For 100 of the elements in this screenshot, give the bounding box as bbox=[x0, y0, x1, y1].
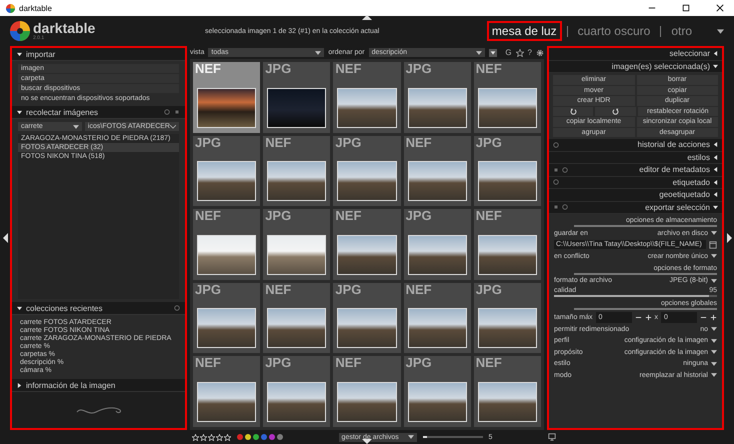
file-type-label: NEF bbox=[335, 62, 362, 75]
caret-icon[interactable] bbox=[711, 350, 717, 354]
star-icon[interactable] bbox=[516, 48, 524, 56]
arrow-up-icon[interactable] bbox=[362, 15, 372, 20]
file-type-label: JPG bbox=[335, 136, 362, 149]
thumbnail[interactable]: JPG bbox=[333, 136, 401, 206]
module-header[interactable]: recolectar imágenes bbox=[12, 106, 185, 119]
help-button[interactable]: ? bbox=[528, 48, 532, 57]
thumbnail[interactable]: NEF bbox=[263, 282, 330, 354]
file-type-label: NEF bbox=[406, 282, 432, 296]
file-type-label: NEF bbox=[265, 282, 292, 296]
module-header[interactable]: etiquetado bbox=[549, 176, 722, 189]
view-tab[interactable]: cuarto oscuro bbox=[572, 21, 656, 41]
caret-icon bbox=[315, 50, 322, 54]
monitor-icon[interactable] bbox=[548, 433, 556, 441]
plus-icon[interactable] bbox=[710, 314, 717, 320]
settings-icon[interactable] bbox=[536, 48, 544, 56]
file-type-label: JPG bbox=[476, 282, 502, 296]
thumbnail[interactable]: JPG bbox=[333, 282, 401, 354]
color-label-dot[interactable] bbox=[261, 434, 267, 440]
presets-icon[interactable] bbox=[174, 109, 180, 115]
caret-icon[interactable] bbox=[711, 254, 717, 258]
file-type-label: NEF bbox=[476, 209, 502, 222]
thumbnail[interactable]: NEF bbox=[474, 209, 541, 280]
file-type-label: NEF bbox=[476, 356, 502, 370]
module-header[interactable]: seleccionar bbox=[549, 48, 722, 60]
color-label-dot[interactable] bbox=[237, 434, 243, 440]
arrow-left-icon[interactable] bbox=[2, 233, 8, 243]
rotate-left-button[interactable] bbox=[553, 106, 594, 116]
photo-placeholder bbox=[478, 382, 537, 422]
color-label-dot[interactable] bbox=[245, 434, 251, 440]
module-header[interactable]: geoetiquetado bbox=[549, 189, 722, 202]
sort-order-icon[interactable] bbox=[488, 48, 497, 56]
color-label-dot[interactable] bbox=[277, 434, 283, 440]
module-header[interactable]: información de la imagen bbox=[12, 379, 185, 392]
file-type-label: JPG bbox=[335, 282, 362, 296]
photo-placeholder bbox=[197, 88, 256, 128]
photo-placeholder bbox=[267, 88, 326, 128]
thumbnail[interactable]: JPG bbox=[474, 282, 541, 354]
thumbnail[interactable]: JPG bbox=[404, 356, 471, 427]
thumbnail[interactable]: JPG bbox=[193, 282, 260, 354]
module-header[interactable]: exportar selección bbox=[549, 202, 722, 214]
thumbnail[interactable]: JPG bbox=[404, 62, 471, 133]
module-header[interactable]: editor de metadatos bbox=[549, 164, 722, 176]
module-header[interactable]: historial de acciones bbox=[549, 139, 722, 152]
color-label-dot[interactable] bbox=[253, 434, 259, 440]
caret-icon[interactable] bbox=[711, 327, 717, 332]
thumbnail[interactable]: NEF bbox=[474, 356, 541, 427]
color-label-dot[interactable] bbox=[269, 434, 275, 440]
thumbnail[interactable]: JPG bbox=[474, 136, 541, 206]
thumbnail[interactable]: JPG bbox=[193, 136, 260, 206]
thumbnail[interactable]: JPG bbox=[263, 356, 330, 427]
reset-icon[interactable] bbox=[553, 142, 559, 148]
photo-placeholder bbox=[408, 161, 467, 202]
arrow-right-icon[interactable] bbox=[726, 233, 732, 243]
file-type-label: JPG bbox=[265, 356, 292, 370]
thumbnail[interactable]: NEF bbox=[333, 62, 401, 133]
photo-placeholder bbox=[337, 308, 397, 348]
file-type-label: NEF bbox=[195, 209, 221, 222]
caret-icon[interactable] bbox=[711, 338, 717, 343]
module-header[interactable]: estilos bbox=[549, 152, 722, 164]
caret-icon[interactable] bbox=[711, 362, 717, 366]
reset-icon[interactable] bbox=[164, 109, 170, 115]
thumbnail[interactable]: JPG bbox=[263, 209, 330, 280]
caret-icon bbox=[408, 435, 414, 439]
thumbnail[interactable]: JPG bbox=[404, 209, 471, 280]
rotate-right-button[interactable] bbox=[595, 106, 636, 116]
caret-icon[interactable] bbox=[717, 28, 724, 34]
photo-placeholder bbox=[197, 308, 256, 348]
plus-icon[interactable] bbox=[644, 314, 652, 320]
caret-icon[interactable] bbox=[711, 373, 717, 378]
arrow-down-icon[interactable] bbox=[362, 439, 372, 444]
thumbnail[interactable]: NEF bbox=[263, 136, 330, 206]
folder-icon[interactable] bbox=[709, 240, 717, 249]
photo-placeholder bbox=[337, 88, 397, 128]
grouping-button[interactable]: G bbox=[505, 48, 512, 57]
module-header[interactable]: importar bbox=[12, 48, 185, 61]
reset-icon[interactable] bbox=[562, 204, 568, 210]
caret-icon[interactable] bbox=[711, 278, 717, 283]
photo-placeholder bbox=[478, 234, 537, 275]
view-tab[interactable]: otro bbox=[666, 21, 697, 41]
thumbnail[interactable]: NEF bbox=[404, 282, 471, 354]
thumbnail[interactable]: NEF bbox=[333, 209, 401, 280]
reset-icon[interactable] bbox=[174, 305, 180, 311]
close-icon[interactable] bbox=[716, 4, 724, 12]
thumbnail[interactable]: JPG bbox=[263, 62, 330, 133]
thumbnail[interactable]: NEF bbox=[474, 62, 541, 133]
thumbnail[interactable]: NEF bbox=[193, 356, 260, 427]
maximize-icon[interactable] bbox=[682, 4, 690, 12]
file-type-label: NEF bbox=[406, 136, 432, 149]
caret-icon bbox=[72, 124, 79, 128]
module-header[interactable]: imagen(es) seleccionada(s) bbox=[549, 60, 722, 73]
file-type-label: JPG bbox=[406, 356, 432, 370]
thumbnail[interactable]: NEF bbox=[193, 209, 260, 280]
thumbnail[interactable]: NEF bbox=[404, 136, 471, 206]
window-title: darktable bbox=[19, 4, 52, 12]
caret-icon[interactable] bbox=[711, 231, 717, 236]
module-header[interactable]: colecciones recientes bbox=[12, 302, 185, 315]
view-tab[interactable]: mesa de luz bbox=[486, 21, 562, 41]
thumbnail[interactable]: NEF bbox=[333, 356, 401, 427]
